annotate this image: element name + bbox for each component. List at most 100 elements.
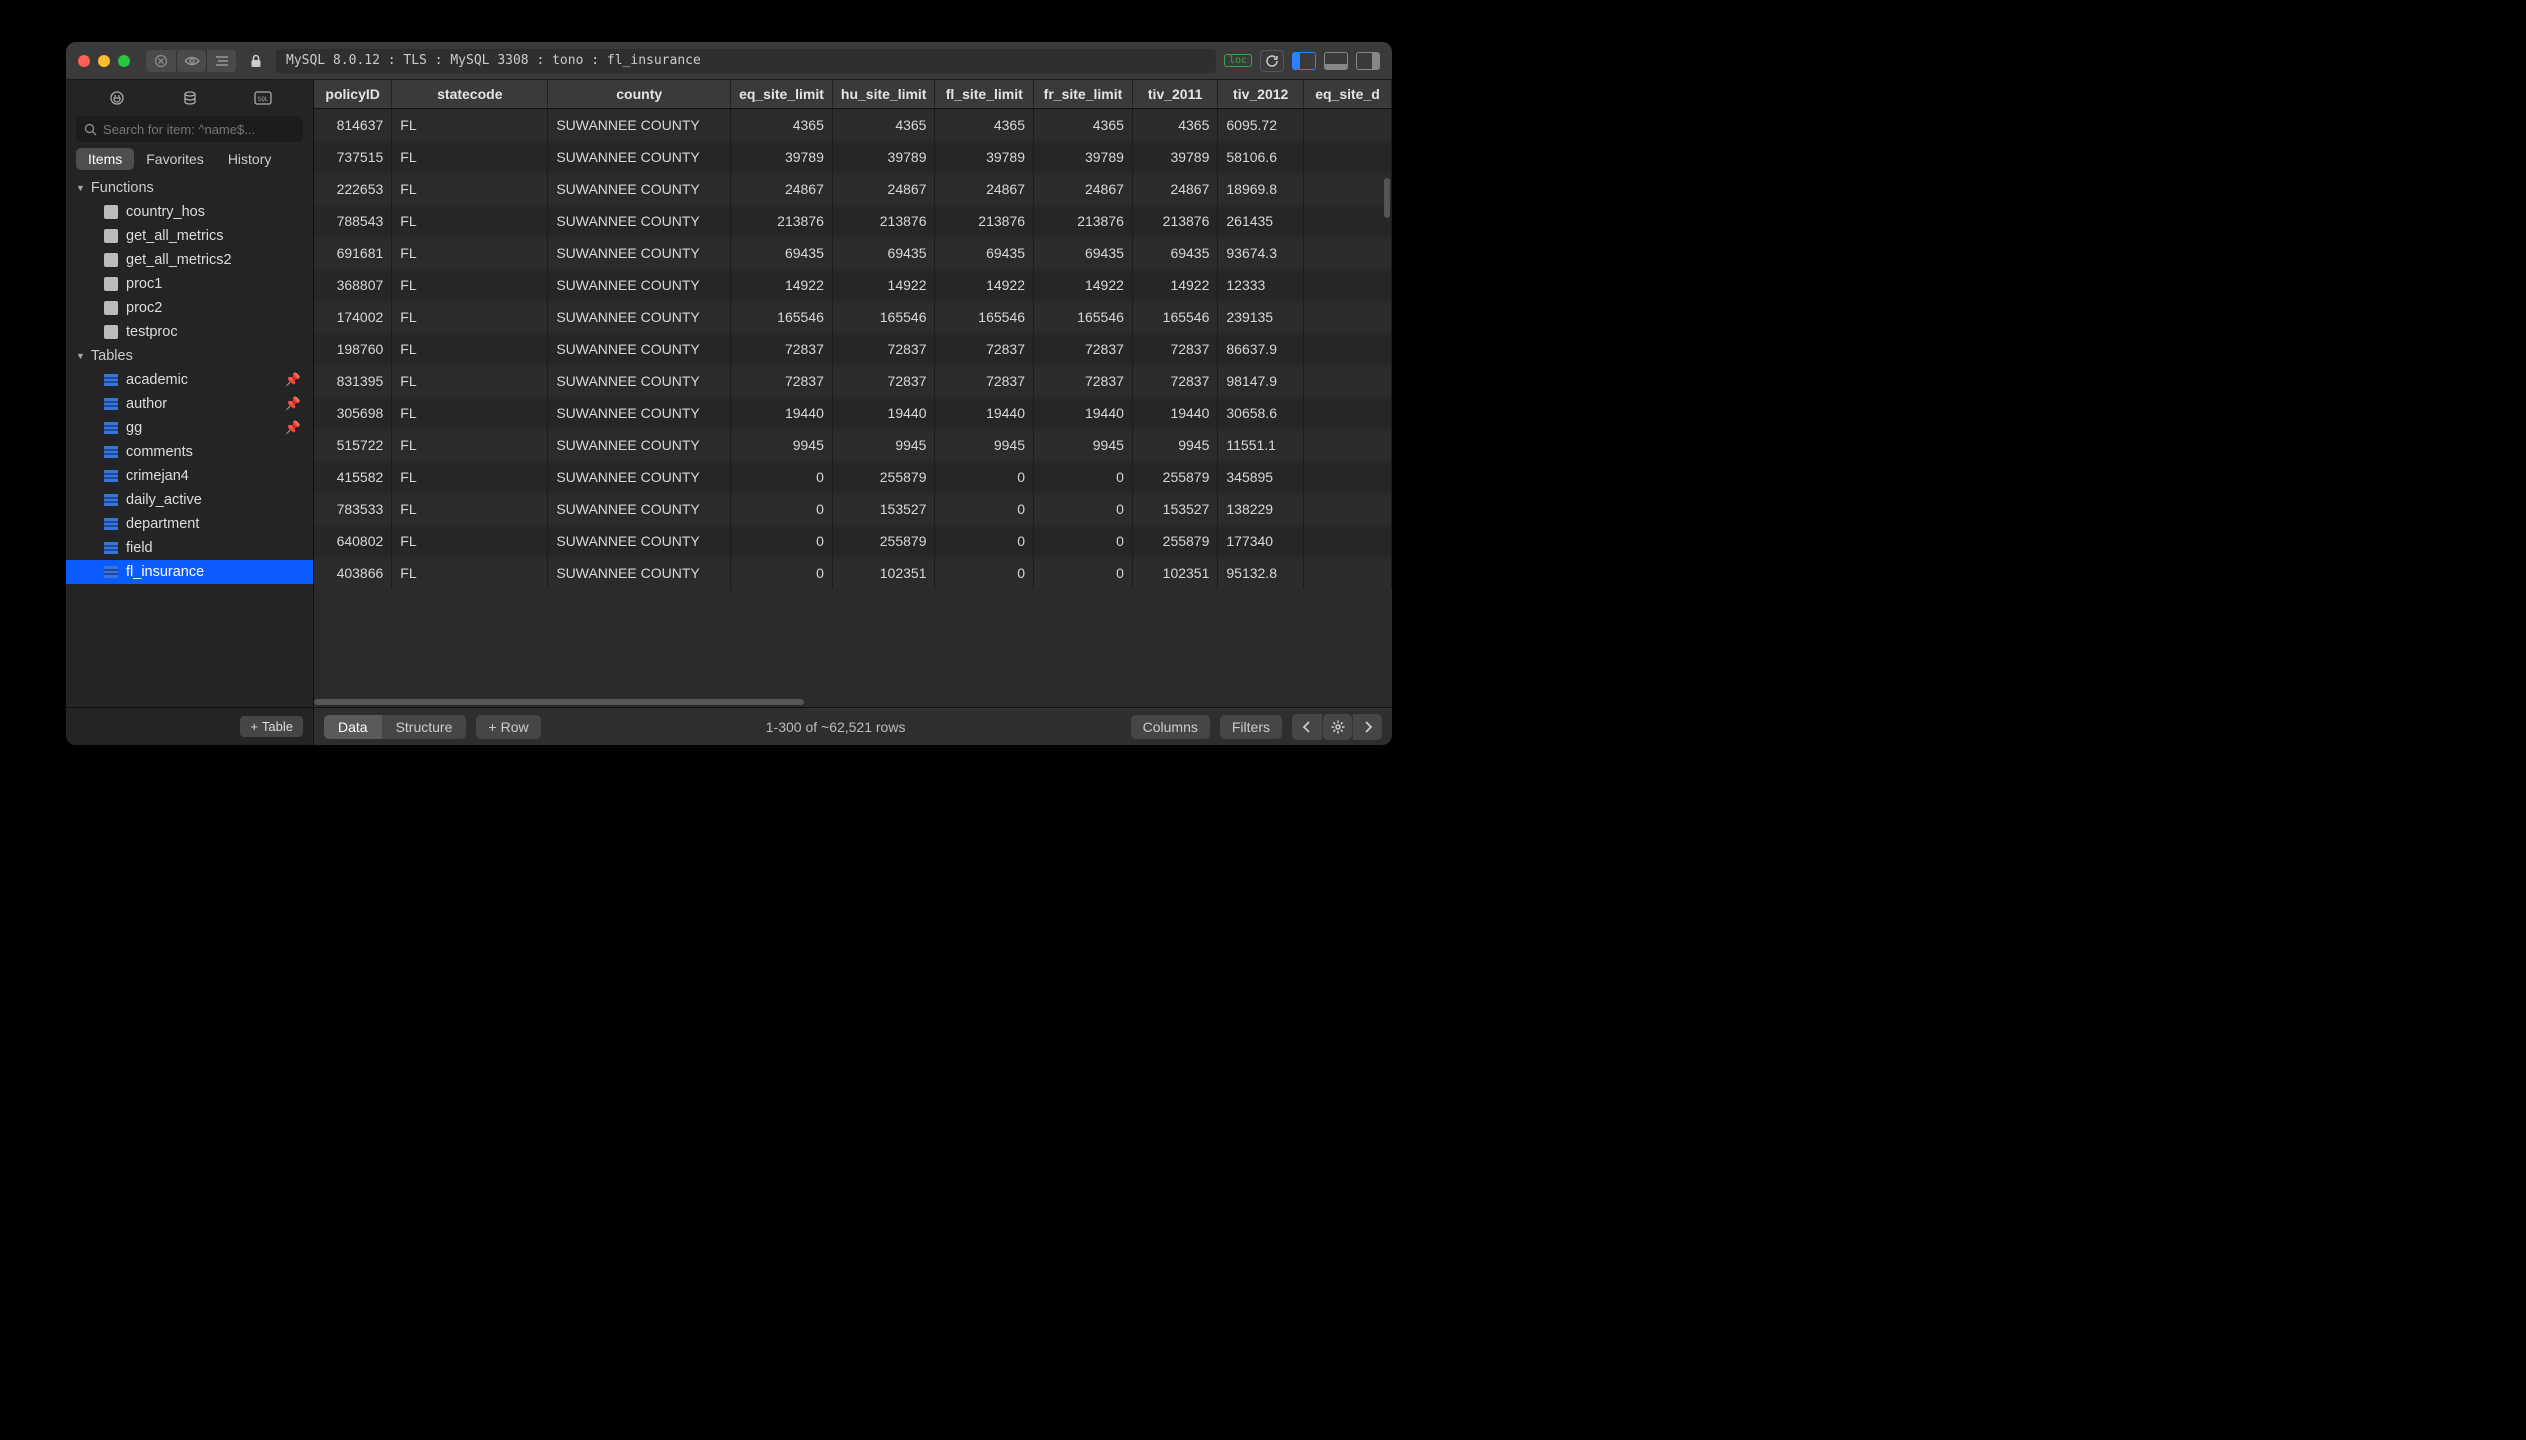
- cell[interactable]: 0: [1034, 557, 1133, 589]
- tab-history[interactable]: History: [216, 148, 284, 170]
- zoom-window-button[interactable]: [118, 55, 130, 67]
- cell[interactable]: 14922: [1132, 269, 1217, 301]
- cell[interactable]: SUWANNEE COUNTY: [548, 397, 731, 429]
- sidebar-item-function[interactable]: get_all_metrics2: [66, 248, 313, 272]
- column-header[interactable]: tiv_2012: [1218, 80, 1304, 109]
- cell[interactable]: 30658.6: [1218, 397, 1304, 429]
- cell[interactable]: 213876: [1132, 205, 1217, 237]
- cell[interactable]: 213876: [1034, 205, 1133, 237]
- cell[interactable]: 19440: [1034, 397, 1133, 429]
- cell[interactable]: 4365: [832, 109, 935, 142]
- column-header[interactable]: tiv_2011: [1132, 80, 1217, 109]
- cell[interactable]: 515722: [314, 429, 392, 461]
- table-row[interactable]: 640802FLSUWANNEE COUNTY02558790025587917…: [314, 525, 1392, 557]
- cell[interactable]: 39789: [832, 141, 935, 173]
- database-icon[interactable]: [180, 88, 200, 108]
- layout-right-panel-toggle[interactable]: [1356, 52, 1380, 70]
- cell[interactable]: [1304, 429, 1392, 461]
- cell[interactable]: 368807: [314, 269, 392, 301]
- column-header[interactable]: eq_site_limit: [731, 80, 833, 109]
- cell[interactable]: SUWANNEE COUNTY: [548, 269, 731, 301]
- cell[interactable]: SUWANNEE COUNTY: [548, 205, 731, 237]
- cell[interactable]: 6095.72: [1218, 109, 1304, 142]
- cell[interactable]: 0: [935, 557, 1034, 589]
- cell[interactable]: 165546: [832, 301, 935, 333]
- minimize-window-button[interactable]: [98, 55, 110, 67]
- cell[interactable]: 72837: [731, 333, 833, 365]
- cell[interactable]: FL: [392, 333, 548, 365]
- cell[interactable]: 0: [1034, 525, 1133, 557]
- cell[interactable]: 213876: [832, 205, 935, 237]
- cell[interactable]: SUWANNEE COUNTY: [548, 173, 731, 205]
- cell[interactable]: 14922: [731, 269, 833, 301]
- table-row[interactable]: 788543FLSUWANNEE COUNTY21387621387621387…: [314, 205, 1392, 237]
- cell[interactable]: FL: [392, 269, 548, 301]
- vertical-scrollbar-thumb[interactable]: [1384, 178, 1390, 218]
- cell[interactable]: [1304, 461, 1392, 493]
- cell[interactable]: 305698: [314, 397, 392, 429]
- gear-icon[interactable]: [1322, 714, 1352, 740]
- cell[interactable]: 0: [731, 493, 833, 525]
- cell[interactable]: FL: [392, 205, 548, 237]
- sidebar-search[interactable]: [76, 116, 303, 142]
- sidebar-item-table[interactable]: comments: [66, 440, 313, 464]
- cell[interactable]: SUWANNEE COUNTY: [548, 365, 731, 397]
- cell[interactable]: 4365: [935, 109, 1034, 142]
- cell[interactable]: 14922: [832, 269, 935, 301]
- cell[interactable]: 11551.1: [1218, 429, 1304, 461]
- sidebar-item-function[interactable]: testproc: [66, 320, 313, 344]
- cell[interactable]: 165546: [1034, 301, 1133, 333]
- cell[interactable]: 153527: [832, 493, 935, 525]
- sidebar-item-table[interactable]: gg📌: [66, 416, 313, 440]
- sidebar-item-function[interactable]: country_hos: [66, 200, 313, 224]
- columns-button[interactable]: Columns: [1131, 715, 1210, 739]
- cell[interactable]: 177340: [1218, 525, 1304, 557]
- cell[interactable]: 345895: [1218, 461, 1304, 493]
- cell[interactable]: 222653: [314, 173, 392, 205]
- cell[interactable]: SUWANNEE COUNTY: [548, 461, 731, 493]
- cell[interactable]: 69435: [1132, 237, 1217, 269]
- horizontal-scrollbar-thumb[interactable]: [314, 699, 804, 705]
- cell[interactable]: 24867: [832, 173, 935, 205]
- cell[interactable]: 69435: [832, 237, 935, 269]
- cell[interactable]: 0: [935, 525, 1034, 557]
- column-header[interactable]: fr_site_limit: [1034, 80, 1133, 109]
- tab-items[interactable]: Items: [76, 148, 134, 170]
- cell[interactable]: FL: [392, 429, 548, 461]
- sidebar-item-table[interactable]: crimejan4: [66, 464, 313, 488]
- cell[interactable]: 102351: [832, 557, 935, 589]
- cancel-icon[interactable]: [146, 50, 176, 72]
- cell[interactable]: 69435: [1034, 237, 1133, 269]
- cell[interactable]: 4365: [1034, 109, 1133, 142]
- close-window-button[interactable]: [78, 55, 90, 67]
- cell[interactable]: SUWANNEE COUNTY: [548, 557, 731, 589]
- cell[interactable]: 165546: [935, 301, 1034, 333]
- cell[interactable]: 0: [731, 557, 833, 589]
- cell[interactable]: 153527: [1132, 493, 1217, 525]
- add-table-button[interactable]: + Table: [240, 716, 303, 737]
- connection-string[interactable]: MySQL 8.0.12 : TLS : MySQL 3308 : tono :…: [276, 49, 1216, 73]
- sidebar-item-table[interactable]: fl_insurance: [66, 560, 313, 584]
- cell[interactable]: 72837: [1132, 333, 1217, 365]
- cell[interactable]: [1304, 493, 1392, 525]
- cell[interactable]: 18969.8: [1218, 173, 1304, 205]
- sidebar-item-table[interactable]: academic📌: [66, 368, 313, 392]
- cell[interactable]: 261435: [1218, 205, 1304, 237]
- cell[interactable]: 0: [1034, 461, 1133, 493]
- cell[interactable]: 24867: [731, 173, 833, 205]
- cell[interactable]: 98147.9: [1218, 365, 1304, 397]
- section-functions[interactable]: Functions: [66, 176, 313, 200]
- cell[interactable]: 9945: [731, 429, 833, 461]
- cell[interactable]: 14922: [935, 269, 1034, 301]
- table-row[interactable]: 783533FLSUWANNEE COUNTY01535270015352713…: [314, 493, 1392, 525]
- cell[interactable]: SUWANNEE COUNTY: [548, 301, 731, 333]
- cell[interactable]: 9945: [832, 429, 935, 461]
- cell[interactable]: [1304, 365, 1392, 397]
- cell[interactable]: 783533: [314, 493, 392, 525]
- table-row[interactable]: 415582FLSUWANNEE COUNTY02558790025587934…: [314, 461, 1392, 493]
- cell[interactable]: 86637.9: [1218, 333, 1304, 365]
- cell[interactable]: 9945: [1132, 429, 1217, 461]
- cell[interactable]: 39789: [1132, 141, 1217, 173]
- table-row[interactable]: 831395FLSUWANNEE COUNTY72837728377283772…: [314, 365, 1392, 397]
- table-row[interactable]: 403866FLSUWANNEE COUNTY01023510010235195…: [314, 557, 1392, 589]
